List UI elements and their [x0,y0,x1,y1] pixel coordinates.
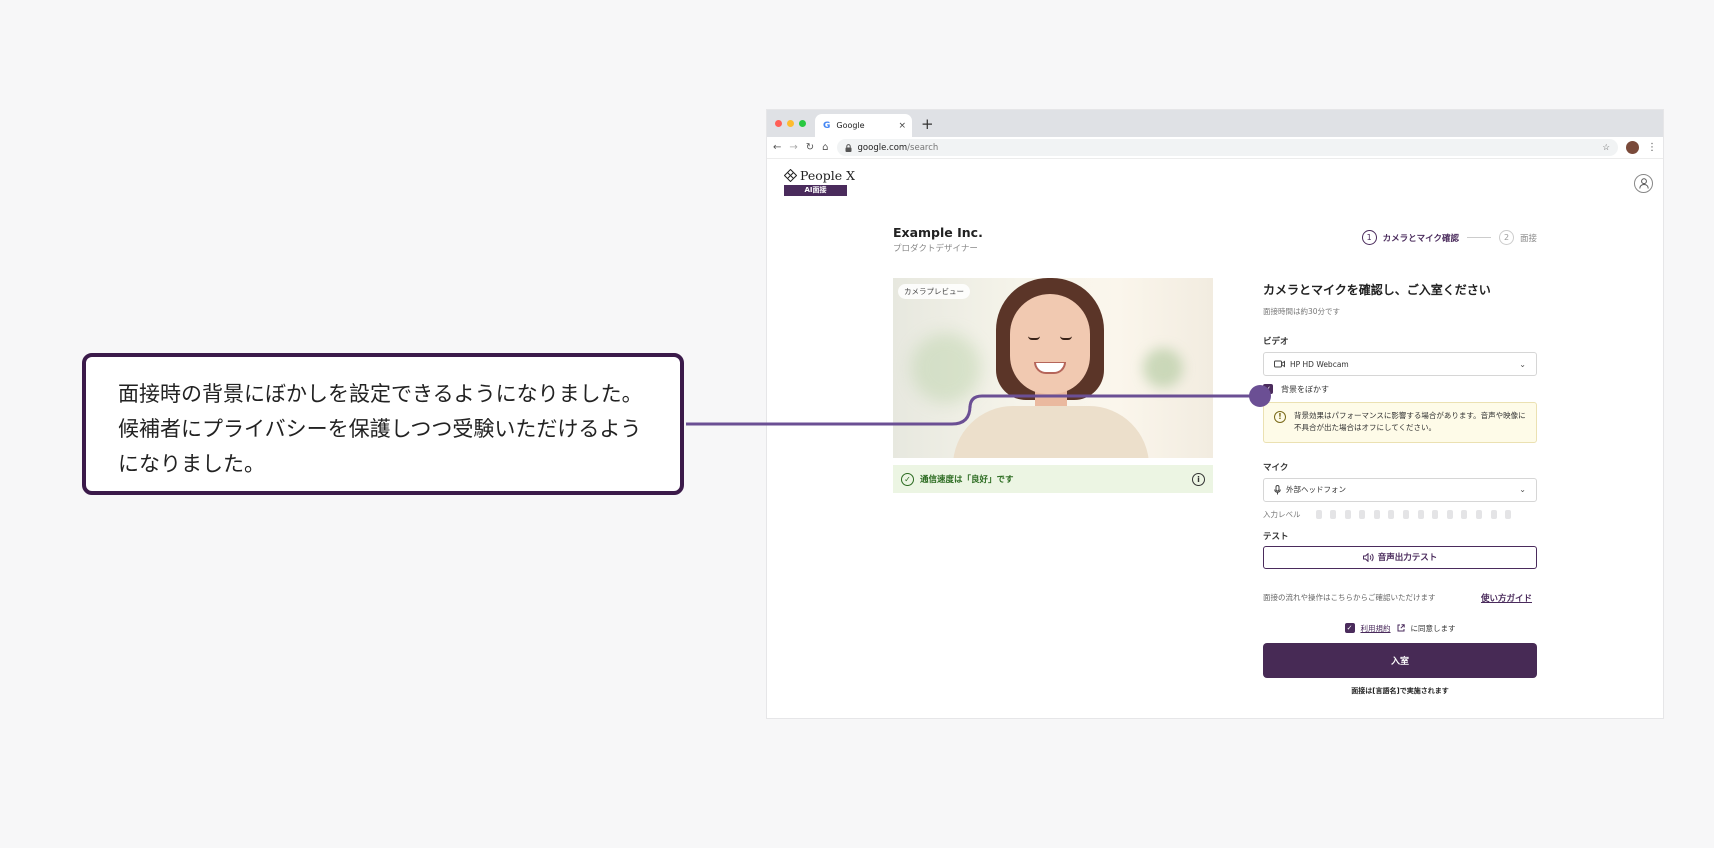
forward-icon[interactable]: → [789,142,797,153]
input-level-segment [1490,509,1497,519]
external-link-icon [1397,624,1405,632]
input-level-segment [1344,509,1351,519]
microphone-icon [1274,484,1281,495]
test-label: テスト [1263,531,1289,542]
step-divider [1466,237,1491,238]
input-level-segment [1461,509,1468,519]
blur-background-row[interactable]: ✓ 背景をぼかす [1263,382,1537,396]
address-bar[interactable]: google.com/search ☆ [836,139,1618,156]
video-label: ビデオ [1263,337,1289,347]
terms-link[interactable]: 利用規約 [1361,623,1391,634]
guide-row: 面接の流れや操作はこちらからご確認いただけます 使い方ガイド [1263,592,1537,604]
browser-tab[interactable]: G Google × [815,114,912,137]
video-device-value: HP HD Webcam [1290,359,1349,369]
google-favicon-icon: G [823,120,831,131]
home-icon[interactable]: ⌂ [822,142,828,153]
feature-callout: 面接時の背景にぼかしを設定できるようになりました。候補者にプライバシーを保護しつ… [82,353,684,495]
bookmark-star-icon[interactable]: ☆ [1602,143,1610,153]
blur-background-checkbox[interactable]: ✓ [1263,384,1273,394]
preview-label: カメラプレビュー [898,284,970,299]
performance-warning: ! 背景効果はパフォーマンスに影響する場合があります。音声や映像に不具合が出た場… [1263,402,1537,443]
new-tab-button[interactable]: + [921,115,934,133]
check-circle-icon: ✓ [901,472,914,486]
connection-status-text: 通信速度は「良好」です [920,475,1014,485]
input-level-label: 入力レベル [1263,509,1301,519]
user-icon [1638,178,1649,189]
connection-status: ✓ 通信速度は「良好」です i [893,465,1213,493]
input-level-segment [1403,509,1410,519]
browser-toolbar: ← → ↻ ⌂ google.com/search ☆ ⋮ [767,137,1663,159]
enter-room-button[interactable]: 入室 [1263,642,1537,678]
input-level-segment [1315,509,1322,519]
brand-badge: AI面接 [784,185,847,196]
camera-preview: カメラプレビュー [893,278,1213,458]
video-camera-icon [1274,360,1285,368]
audio-output-test-label: 音声出力テスト [1377,553,1438,564]
input-level-segment [1359,509,1366,519]
warning-icon: ! [1274,411,1286,423]
company-name: Example Inc. [893,225,983,240]
input-level-segment [1388,509,1395,519]
panel-title: カメラとマイクを確認し、ご入室ください [1263,283,1491,297]
mic-label: マイク [1263,462,1289,473]
input-level-segment [1417,509,1424,519]
minimize-window-button[interactable] [787,120,794,127]
input-level-segment [1330,509,1337,519]
lock-icon [845,143,852,152]
callout-text: 面接時の背景にぼかしを設定できるようになりました。候補者にプライバシーを保護しつ… [118,382,643,476]
input-level-segment [1432,509,1439,519]
step-2-number: 2 [1498,230,1514,245]
step-2-label: 面接 [1519,233,1537,244]
profile-avatar[interactable] [1626,141,1639,154]
step-1-number: 1 [1361,230,1377,245]
reload-icon[interactable]: ↻ [806,142,814,153]
user-menu-button[interactable] [1634,174,1653,193]
usage-guide-link[interactable]: 使い方ガイド [1481,592,1532,604]
close-window-button[interactable] [775,120,782,127]
tab-close-icon[interactable]: × [898,121,906,131]
mic-device-value: 外部ヘッドフォン [1286,485,1346,495]
preview-person [1010,294,1090,394]
step-indicator: 1 カメラとマイク確認 2 面接 [1361,230,1537,245]
speaker-icon [1362,552,1374,562]
terms-agreement-row: ✓ 利用規約 に同意します [1263,623,1537,634]
job-role: プロダクトデザイナー [893,244,978,254]
chevron-down-icon: ⌄ [1519,485,1526,495]
video-device-select[interactable]: HP HD Webcam ⌄ [1263,352,1537,376]
input-level-meter: 入力レベル [1263,509,1537,520]
url-path: /search [907,142,939,153]
input-level-segment [1476,509,1483,519]
url-host: google.com [857,142,908,153]
guide-text: 面接の流れや操作はこちらからご確認いただけます [1263,593,1436,603]
terms-suffix: に同意します [1410,623,1456,633]
window-controls [775,120,806,127]
blur-background-label: 背景をぼかす [1281,384,1329,394]
brand-name: People X [800,168,856,183]
device-settings-panel: カメラとマイクを確認し、ご入室ください 面接時間は約30分です ビデオ HP H… [1263,281,1537,696]
interview-app: People X AI面接 Example Inc. プロダクトデザイナー 1 … [767,159,1663,718]
performance-warning-text: 背景効果はパフォーマンスに影響する場合があります。音声や映像に不具合が出た場合は… [1294,411,1526,433]
tab-title: Google [836,121,865,130]
audio-output-test-button[interactable]: 音声出力テスト [1263,545,1537,569]
step-1-label: カメラとマイク確認 [1382,233,1459,244]
input-level-bars [1315,509,1512,519]
maximize-window-button[interactable] [799,120,806,127]
brand-logo: People X AI面接 [784,168,855,196]
input-level-segment [1446,509,1453,519]
interview-duration: 面接時間は約30分です [1263,307,1341,316]
language-note: 面接は[言語名]で実施されます [1351,686,1449,695]
input-level-segment [1373,509,1380,519]
browser-window: G Google × + ← → ↻ ⌂ google.com/search ☆… [767,110,1663,718]
info-icon[interactable]: i [1192,472,1205,486]
back-icon[interactable]: ← [773,142,781,153]
input-level-segment [1505,509,1512,519]
chevron-down-icon: ⌄ [1519,359,1526,369]
browser-menu-icon[interactable]: ⋮ [1647,142,1657,153]
mic-device-select[interactable]: 外部ヘッドフォン ⌄ [1263,477,1537,502]
company-header: Example Inc. プロダクトデザイナー [893,225,983,254]
terms-agree-checkbox[interactable]: ✓ [1344,623,1355,634]
tab-bar: G Google × + [767,110,1663,137]
diamond-logo-icon [784,169,797,182]
